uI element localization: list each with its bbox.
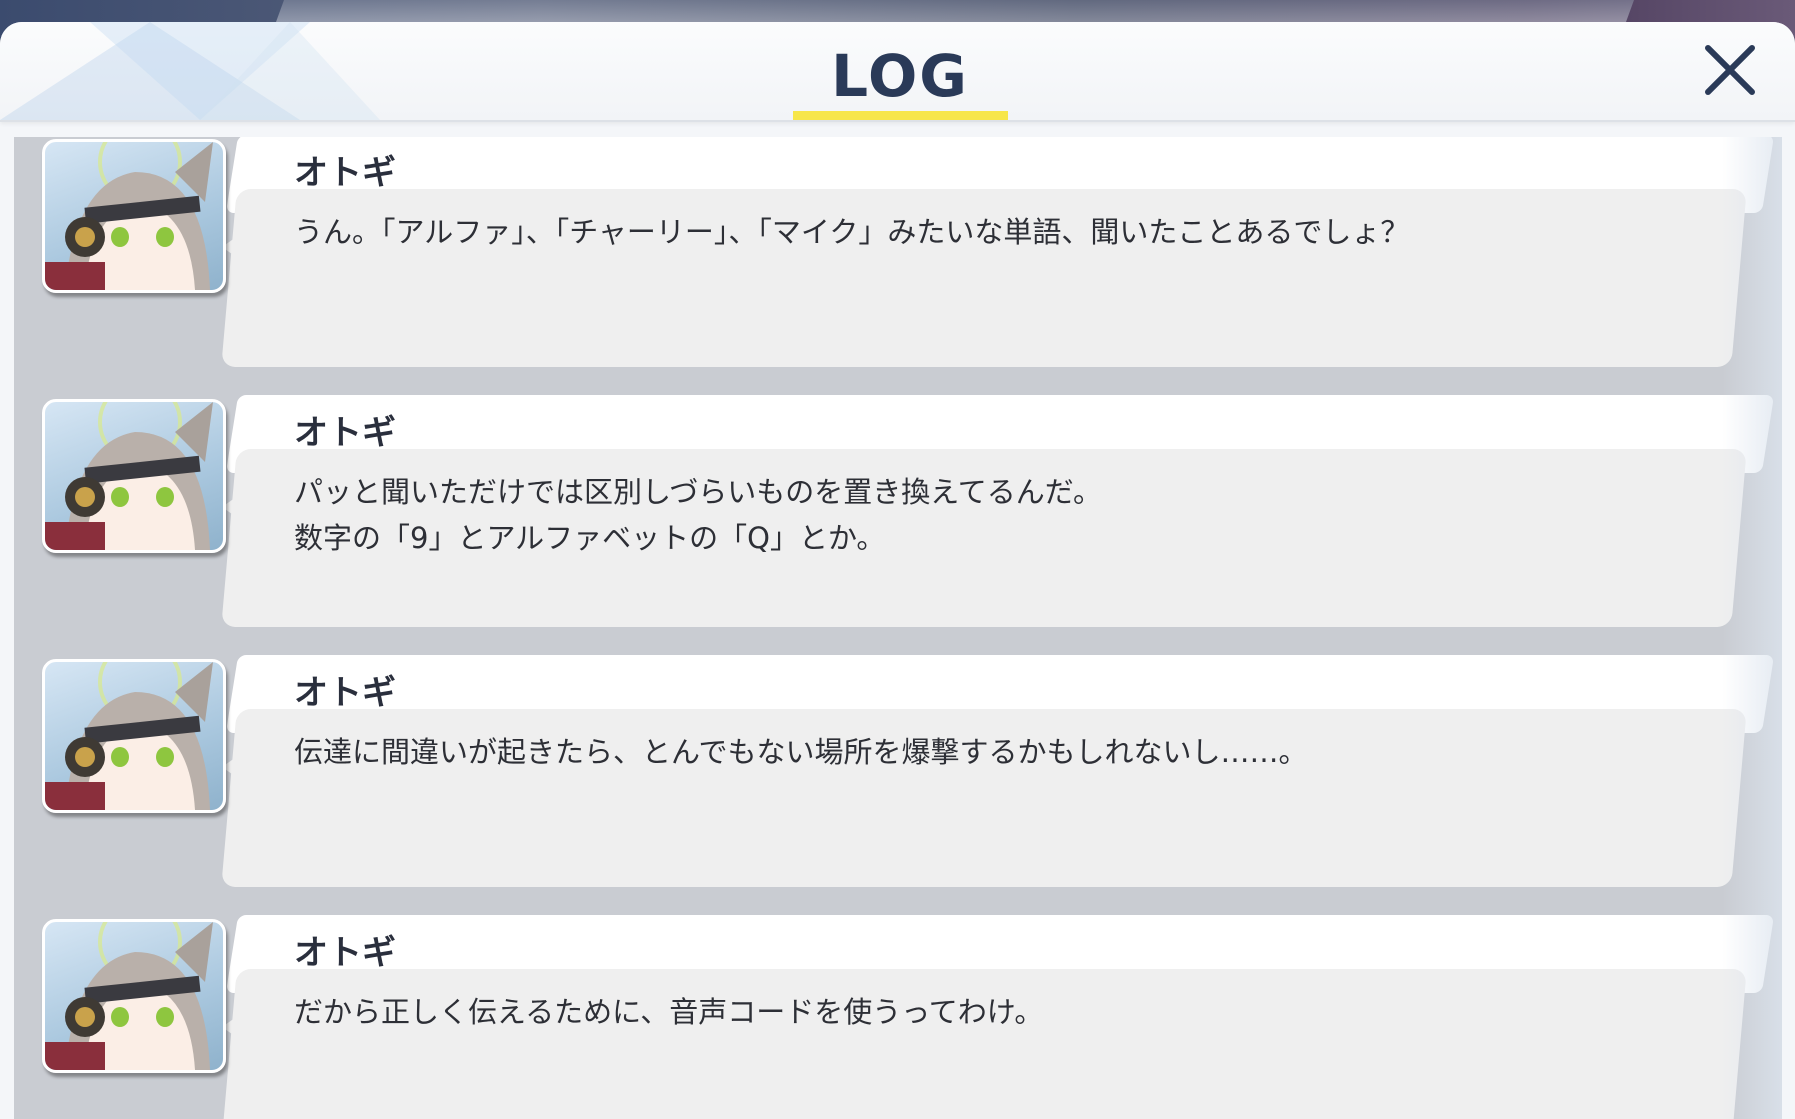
close-button[interactable]: [1700, 40, 1760, 100]
message-text: パッと聞いただけでは区別しづらいものを置き換えてるんだ。 数字の「9」とアルファ…: [294, 475, 1102, 555]
message-text: 伝達に間違いが起きたら、とんでもない場所を爆撃するかもしれないし……。: [294, 735, 1308, 769]
title-underline: [793, 111, 1008, 120]
speaker-name: オトギ: [294, 153, 396, 193]
log-entry: オトギ うん。「アルファ」、「チャーリー」、「マイク」みたいな単語、聞いたことあ…: [14, 137, 1782, 375]
close-x-icon: [1705, 45, 1755, 95]
speaker-name: オトギ: [294, 933, 396, 973]
speaker-avatar-icon: [42, 399, 226, 553]
log-entry: オトギ 伝達に間違いが起きたら、とんでもない場所を爆撃するかもしれないし……。: [14, 655, 1782, 895]
log-panel: LOG オトギ うん。「アルファ」、「チャーリー」、「マイク」みたいな単語、聞い…: [0, 22, 1795, 1119]
log-header: LOG: [0, 22, 1795, 122]
log-entry: オトギ だから正しく伝えるために、音声コードを使うってわけ。: [14, 915, 1782, 1119]
speaker-name: オトギ: [294, 673, 396, 713]
log-entry: オトギ パッと聞いただけでは区別しづらいものを置き換えてるんだ。 数字の「9」と…: [14, 395, 1782, 635]
log-list[interactable]: オトギ うん。「アルファ」、「チャーリー」、「マイク」みたいな単語、聞いたことあ…: [14, 137, 1782, 1119]
message-text: うん。「アルファ」、「チャーリー」、「マイク」みたいな単語、聞いたことあるでしょ…: [294, 215, 1410, 249]
speaker-avatar-icon: [42, 919, 226, 1073]
speaker-avatar-icon: [42, 139, 226, 293]
page-title: LOG: [831, 42, 969, 110]
speaker-avatar-icon: [42, 659, 226, 813]
speaker-name: オトギ: [294, 413, 396, 453]
message-text: だから正しく伝えるために、音声コードを使うってわけ。: [294, 995, 1044, 1029]
